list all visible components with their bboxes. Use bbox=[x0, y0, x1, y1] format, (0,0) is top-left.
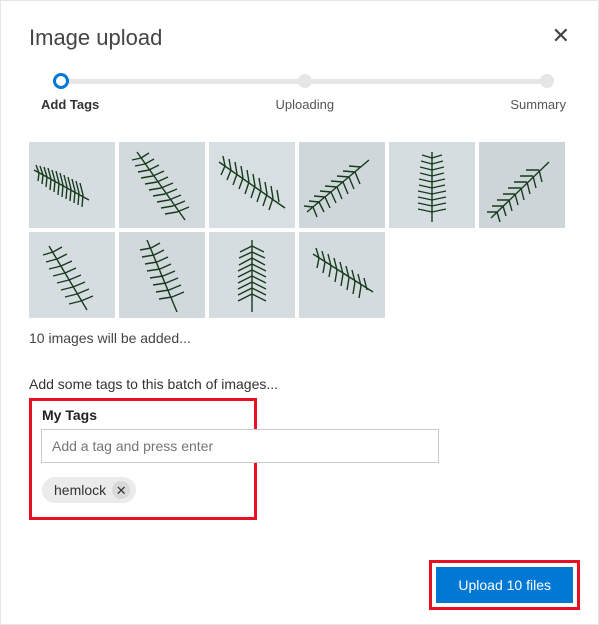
close-icon: ✕ bbox=[552, 23, 570, 48]
stepper-labels: Add Tags Uploading Summary bbox=[41, 97, 566, 112]
image-thumbnail[interactable] bbox=[299, 142, 385, 228]
tag-chip[interactable]: hemlock ✕ bbox=[42, 477, 136, 503]
image-thumbnail[interactable] bbox=[119, 142, 205, 228]
image-count-text: 10 images will be added... bbox=[29, 330, 578, 346]
dialog-header: Image upload ✕ bbox=[29, 21, 578, 51]
step-line bbox=[310, 79, 543, 84]
step-dot-uploading bbox=[298, 74, 312, 88]
step-line bbox=[67, 79, 300, 84]
upload-button-highlight: Upload 10 files bbox=[429, 560, 580, 610]
close-button[interactable]: ✕ bbox=[544, 21, 578, 51]
image-thumbnail[interactable] bbox=[29, 232, 115, 318]
image-upload-dialog: Image upload ✕ Add Tags Uploading Summar… bbox=[1, 1, 598, 624]
image-thumbnails bbox=[29, 142, 578, 318]
my-tags-section: My Tags hemlock ✕ bbox=[29, 398, 257, 520]
image-thumbnail[interactable] bbox=[479, 142, 565, 228]
close-icon: ✕ bbox=[116, 484, 127, 497]
step-label-summary: Summary bbox=[510, 97, 566, 112]
image-thumbnail[interactable] bbox=[389, 142, 475, 228]
step-dot-add-tags bbox=[53, 73, 69, 89]
image-thumbnail[interactable] bbox=[119, 232, 205, 318]
step-label-uploading: Uploading bbox=[276, 97, 335, 112]
image-thumbnail[interactable] bbox=[209, 142, 295, 228]
image-thumbnail[interactable] bbox=[299, 232, 385, 318]
step-dot-summary bbox=[540, 74, 554, 88]
dialog-title: Image upload bbox=[29, 25, 162, 51]
tag-remove-button[interactable]: ✕ bbox=[112, 481, 130, 499]
image-thumbnail[interactable] bbox=[209, 232, 295, 318]
image-thumbnail[interactable] bbox=[29, 142, 115, 228]
upload-button[interactable]: Upload 10 files bbox=[436, 567, 573, 603]
tag-input[interactable] bbox=[41, 429, 439, 463]
step-label-add-tags: Add Tags bbox=[41, 97, 99, 112]
tag-chip-label: hemlock bbox=[54, 482, 106, 498]
tag-prompt-text: Add some tags to this batch of images... bbox=[29, 376, 578, 392]
my-tags-title: My Tags bbox=[42, 407, 244, 423]
progress-stepper bbox=[55, 73, 552, 89]
